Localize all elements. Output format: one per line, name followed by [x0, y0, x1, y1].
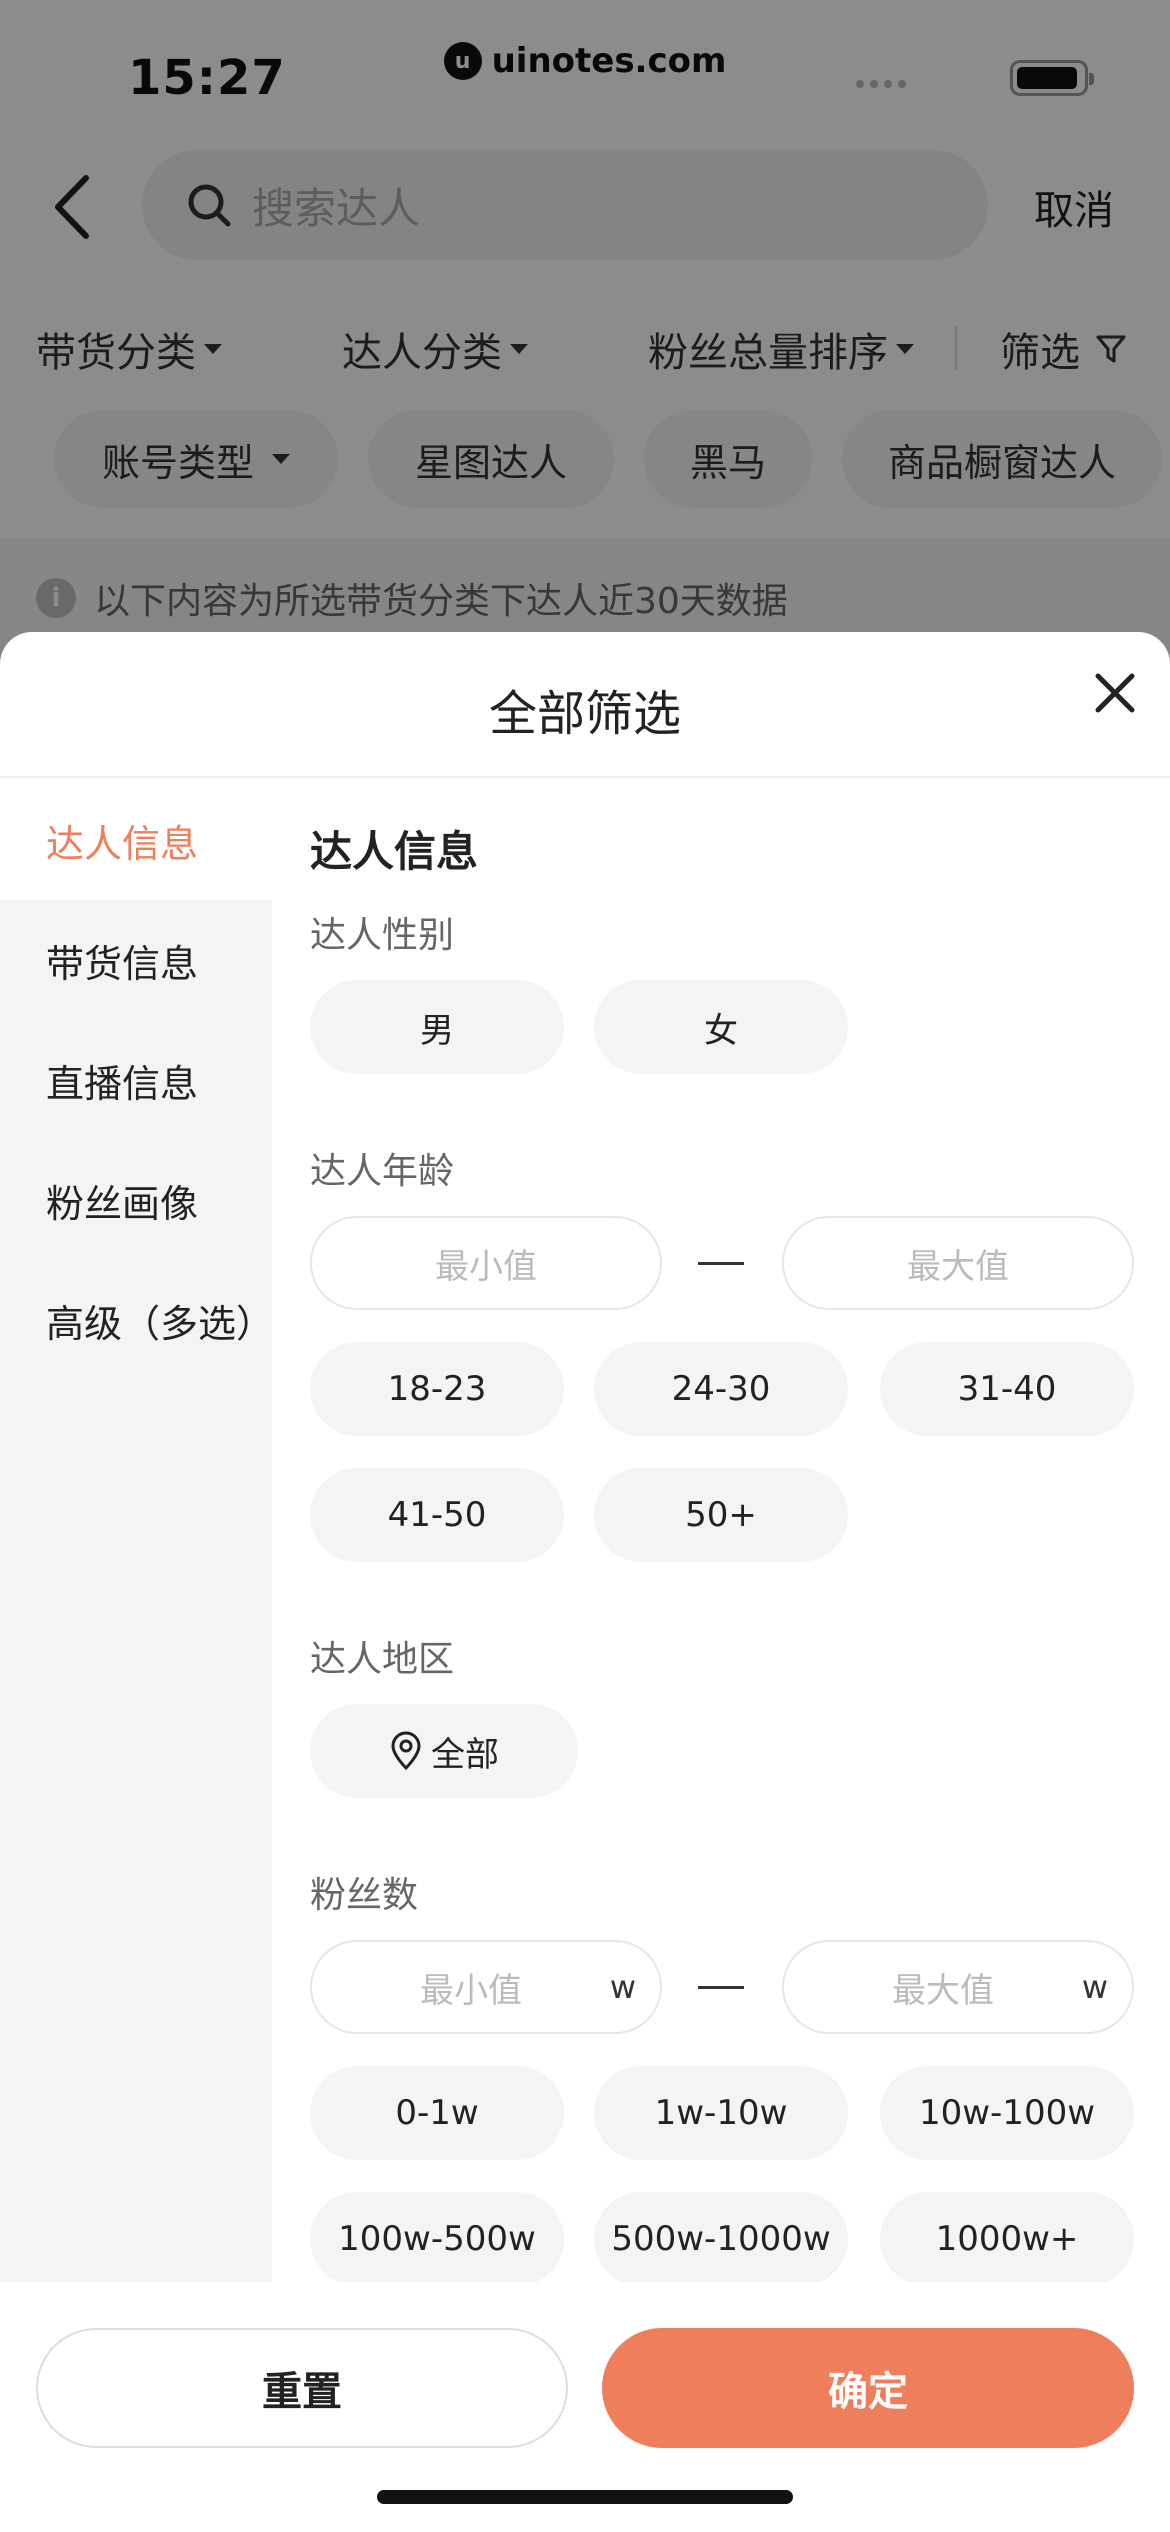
age-option-31-40[interactable]: 31-40 — [880, 1342, 1134, 1436]
section-title: 达人信息 — [310, 827, 479, 876]
sidebar-item-fans-profile[interactable]: 粉丝画像 — [0, 1140, 272, 1260]
fans-option-0-1w[interactable]: 0-1w — [310, 2066, 564, 2160]
fans-option-1w-10w[interactable]: 1w-10w — [594, 2066, 848, 2160]
filter-sheet: 全部筛选 达人信息 带货信息 直播信息 粉丝画像 高级（多选） 达人信息 达人性… — [0, 632, 1170, 2532]
sidebar-item-goods-info[interactable]: 带货信息 — [0, 900, 272, 1020]
fans-min-input[interactable]: 最小值 w — [310, 1940, 662, 2034]
fans-max-unit: w — [1081, 1968, 1108, 2006]
range-separator — [698, 1262, 744, 1265]
range-separator — [698, 1986, 744, 1989]
age-option-24-30[interactable]: 24-30 — [594, 1342, 848, 1436]
sidebar-item-live-info[interactable]: 直播信息 — [0, 1020, 272, 1140]
fans-min-placeholder: 最小值 — [420, 1970, 522, 2011]
age-option-41-50[interactable]: 41-50 — [310, 1468, 564, 1562]
fans-min-unit: w — [609, 1968, 636, 2006]
filter-content: 达人信息 达人性别 男 女 达人年龄 最小值 最大值 18-23 24-30 3… — [272, 780, 1170, 2286]
reset-button[interactable]: 重置 — [36, 2328, 568, 2448]
close-icon[interactable] — [1090, 668, 1140, 718]
sheet-title: 全部筛选 — [488, 686, 681, 742]
gender-option-male[interactable]: 男 — [310, 980, 564, 1074]
fans-max-placeholder: 最大值 — [892, 1970, 994, 2011]
age-label: 达人年龄 — [310, 1151, 455, 1192]
fans-label: 粉丝数 — [310, 1875, 419, 1916]
sidebar-item-influencer-info[interactable]: 达人信息 — [0, 780, 272, 900]
age-min-input[interactable]: 最小值 — [310, 1216, 662, 1310]
filter-sidebar: 达人信息 带货信息 直播信息 粉丝画像 高级（多选） — [0, 780, 274, 2282]
age-option-50-plus[interactable]: 50+ — [594, 1468, 848, 1562]
location-pin-icon — [391, 1731, 421, 1771]
confirm-button[interactable]: 确定 — [602, 2328, 1134, 2448]
fans-option-100w-500w[interactable]: 100w-500w — [310, 2192, 564, 2286]
age-max-input[interactable]: 最大值 — [782, 1216, 1134, 1310]
gender-option-female[interactable]: 女 — [594, 980, 848, 1074]
age-option-18-23[interactable]: 18-23 — [310, 1342, 564, 1436]
sidebar-item-advanced[interactable]: 高级（多选） — [0, 1260, 274, 1380]
fans-option-500w-1000w[interactable]: 500w-1000w — [594, 2192, 848, 2286]
gender-label: 达人性别 — [310, 915, 455, 956]
region-select-button[interactable]: 全部 — [310, 1704, 578, 1798]
region-value: 全部 — [431, 1734, 499, 1775]
sheet-header: 全部筛选 — [0, 632, 1170, 778]
age-max-placeholder: 最大值 — [907, 1246, 1009, 1287]
age-min-placeholder: 最小值 — [435, 1246, 537, 1287]
home-indicator — [377, 2490, 793, 2504]
fans-option-1000w-plus[interactable]: 1000w+ — [880, 2192, 1134, 2286]
region-label: 达人地区 — [310, 1639, 455, 1680]
fans-max-input[interactable]: 最大值 w — [782, 1940, 1134, 2034]
fans-option-10w-100w[interactable]: 10w-100w — [880, 2066, 1134, 2160]
